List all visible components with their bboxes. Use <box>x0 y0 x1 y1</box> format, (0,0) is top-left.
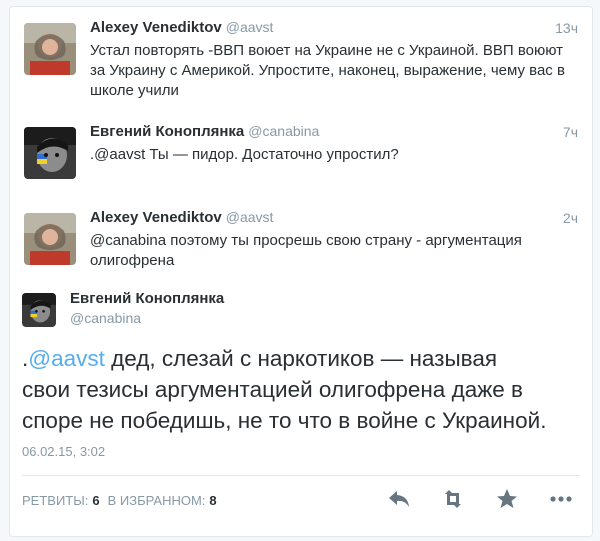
author-handle[interactable]: @canabina <box>248 123 319 139</box>
tweet-text: @canabina поэтому ты просрешь свою стран… <box>90 231 580 271</box>
main-tweet-line-3: споре не победишь, не то что в войне с У… <box>22 408 547 433</box>
author-name[interactable]: Евгений Коноплянка @canabina <box>90 123 319 140</box>
favorites-label[interactable]: В ИЗБРАННОМ: <box>108 493 206 508</box>
tweet-3[interactable]: Alexey Venediktov @aavst 2ч @canabina поэ… <box>10 197 592 284</box>
retweets-count[interactable]: 6 <box>92 493 99 508</box>
avatar-venediktov[interactable] <box>24 213 76 265</box>
timestamp[interactable]: 06.02.15, 3:02 <box>22 444 105 459</box>
reply-icon[interactable] <box>386 487 412 511</box>
main-tweet-line-2: свои тезисы аргументацией олигофрена даж… <box>22 377 523 402</box>
author-name-text[interactable]: Евгений Коноплянка <box>90 123 244 140</box>
tweet-text-line: школе учили <box>90 82 179 99</box>
favorites-count[interactable]: 8 <box>209 493 216 508</box>
author-handle[interactable]: @aavst <box>226 209 274 225</box>
tweet-time[interactable]: 2ч <box>563 210 578 226</box>
main-author-handle[interactable]: @canabina <box>70 310 141 326</box>
more-icon[interactable] <box>548 487 574 511</box>
conversation-panel: Alexey Venediktov @aavst 13ч Устал повтор… <box>9 6 593 537</box>
tweet-time[interactable]: 7ч <box>563 124 578 140</box>
author-handle[interactable]: @aavst <box>226 19 274 35</box>
tweet-text: .@aavst Ты — пидор. Достаточно упростил? <box>90 145 580 165</box>
tweet-text-line: @canabina поэтому ты просрешь свою стран… <box>90 232 522 249</box>
tweet-text-line: за Украину с Америкой. Упростите, наконе… <box>90 62 565 79</box>
author-name[interactable]: Alexey Venediktov @aavst <box>90 209 273 226</box>
tweet-2[interactable]: Евгений Коноплянка @canabina 7ч .@aavst Т… <box>10 111 592 198</box>
tweet-stats: РЕТВИТЫ: 6 В ИЗБРАННОМ: 8 <box>22 493 225 508</box>
main-tweet-line-1: .@aavst дед, слезай с наркотиков — назыв… <box>22 343 587 374</box>
text-rest: дед, слезай с наркотиков — называя <box>104 346 498 371</box>
mention-link[interactable]: @aavst <box>28 346 105 371</box>
avatar-venediktov[interactable] <box>24 23 76 75</box>
author-name-text[interactable]: Alexey Venediktov <box>90 209 222 226</box>
tweet-actions <box>386 487 574 511</box>
tweet-text-line: Устал повторять -ВВП воюет на Украине не… <box>90 42 564 59</box>
retweets-label[interactable]: РЕТВИТЫ: <box>22 493 88 508</box>
avatar-konoplyanka[interactable] <box>24 127 76 179</box>
tweet-text: Устал повторять -ВВП воюет на Украине не… <box>90 41 580 101</box>
retweet-icon[interactable] <box>440 487 466 511</box>
author-name-text[interactable]: Alexey Venediktov <box>90 19 222 36</box>
tweet-text-line: олигофрена <box>90 252 175 269</box>
tweet-time[interactable]: 13ч <box>555 20 578 36</box>
main-tweet-text: .@aavst дед, слезай с наркотиков — назыв… <box>22 343 587 436</box>
avatar-konoplyanka[interactable] <box>22 293 56 327</box>
main-author-name[interactable]: Евгений Коноплянка <box>70 290 224 307</box>
author-name[interactable]: Alexey Venediktov @aavst <box>90 19 273 36</box>
divider <box>22 475 580 476</box>
favorite-icon[interactable] <box>494 487 520 511</box>
tweet-text-line: .@aavst Ты — пидор. Достаточно упростил? <box>90 146 399 163</box>
tweet-1[interactable]: Alexey Venediktov @aavst 13ч Устал повтор… <box>10 7 592 112</box>
main-tweet: Евгений Коноплянка @canabina .@aavst дед… <box>10 283 592 536</box>
